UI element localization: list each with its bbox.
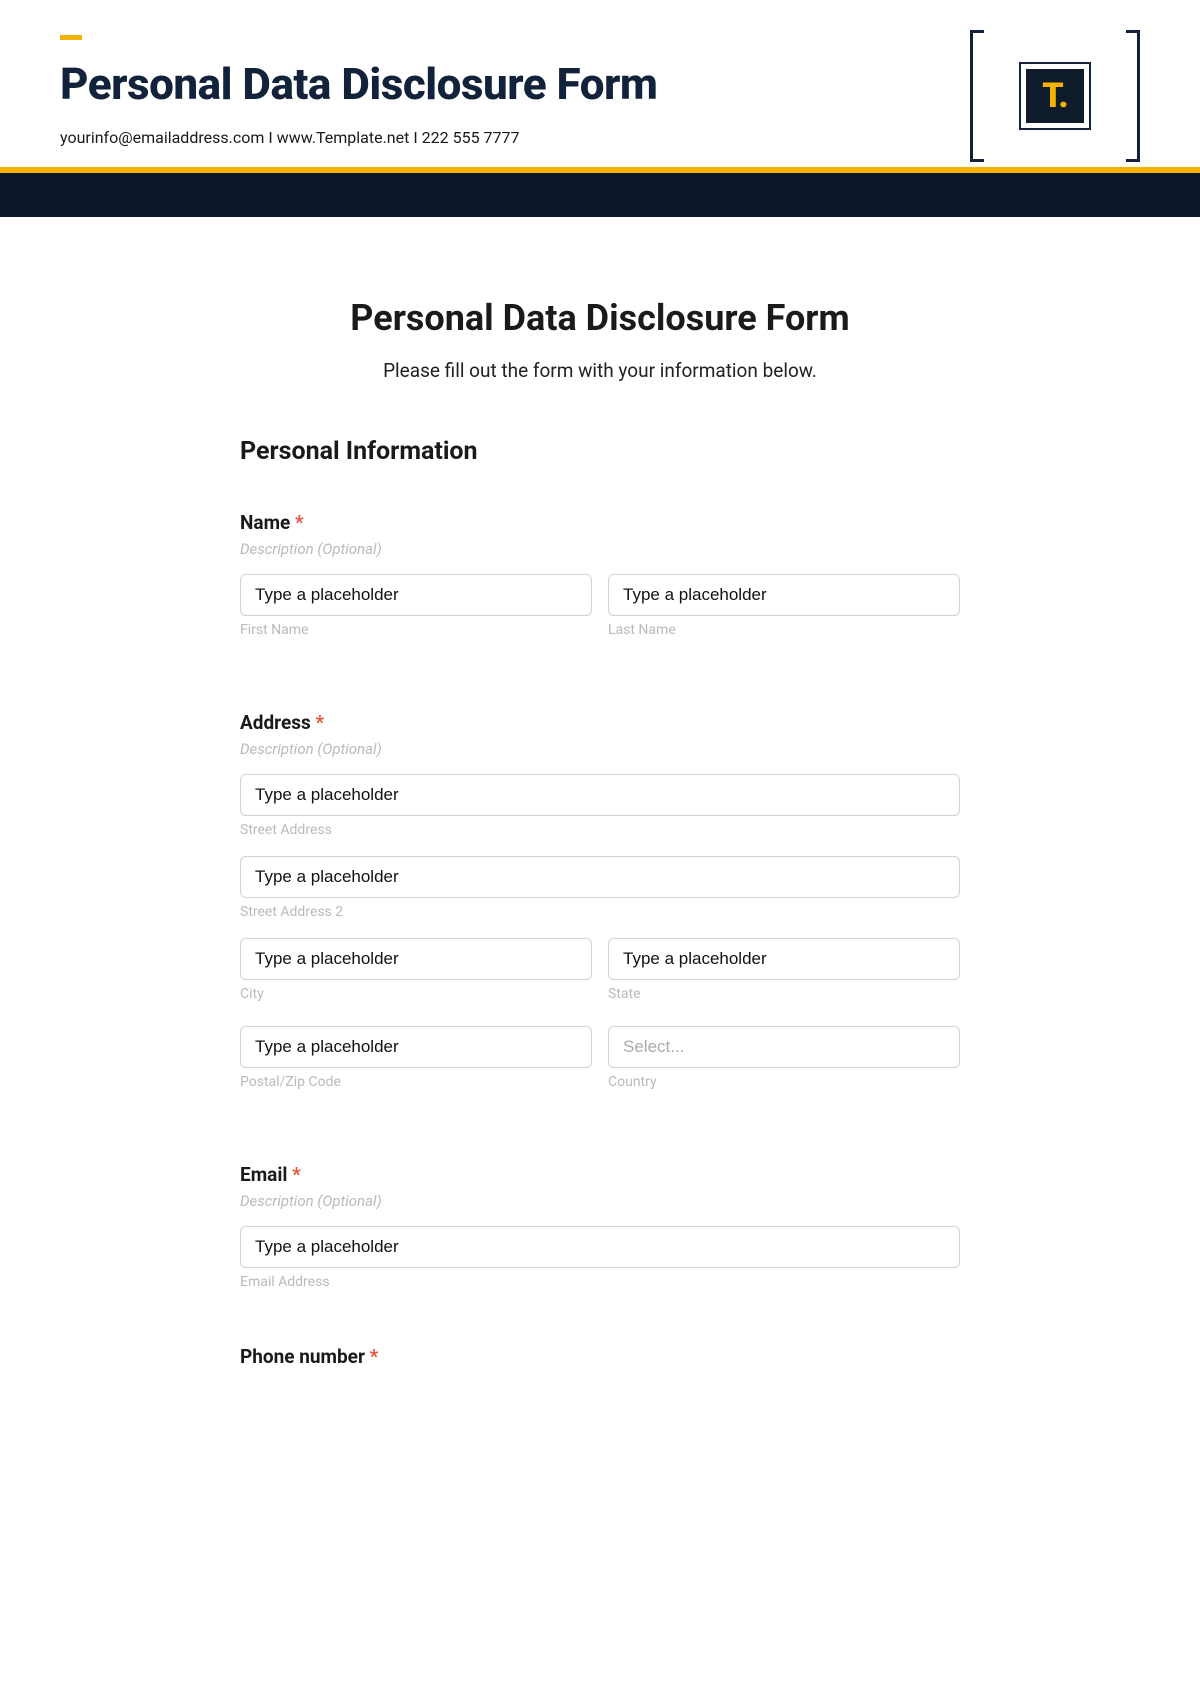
first-name-input[interactable] xyxy=(240,574,592,616)
phone-label: Phone number * xyxy=(240,1345,960,1368)
accent-dash xyxy=(60,35,82,40)
city-input[interactable] xyxy=(240,938,592,980)
required-asterisk: * xyxy=(295,511,304,534)
email-label: Email * xyxy=(240,1163,960,1186)
email-description: Description (Optional) xyxy=(240,1192,960,1210)
field-group-phone: Phone number * xyxy=(240,1345,960,1368)
street-address-input[interactable] xyxy=(240,774,960,816)
bracket-right-icon xyxy=(1126,30,1140,162)
divider-navy xyxy=(0,173,1200,217)
street-address-2-input[interactable] xyxy=(240,856,960,898)
form-subtitle: Please fill out the form with your infor… xyxy=(240,359,960,382)
email-sublabel: Email Address xyxy=(240,1274,960,1290)
postal-code-input[interactable] xyxy=(240,1026,592,1068)
postal-code-sublabel: Postal/Zip Code xyxy=(240,1074,592,1090)
country-sublabel: Country xyxy=(608,1074,960,1090)
section-personal-info: Personal Information xyxy=(240,437,960,466)
state-input[interactable] xyxy=(608,938,960,980)
bracket-left-icon xyxy=(970,30,984,162)
address-label: Address * xyxy=(240,711,960,734)
logo-box: T. xyxy=(1019,62,1091,130)
name-label: Name * xyxy=(240,511,960,534)
label-text: Address xyxy=(240,711,311,734)
separator: I xyxy=(409,128,421,147)
country-select[interactable] xyxy=(608,1026,960,1068)
last-name-sublabel: Last Name xyxy=(608,622,960,638)
required-asterisk: * xyxy=(370,1345,379,1368)
street-address-2-sublabel: Street Address 2 xyxy=(240,904,960,920)
separator: I xyxy=(264,128,276,147)
name-description: Description (Optional) xyxy=(240,540,960,558)
field-group-address: Address * Description (Optional) Street … xyxy=(240,711,960,1108)
last-name-input[interactable] xyxy=(608,574,960,616)
banner-website: www.Template.net xyxy=(277,128,410,147)
field-group-email: Email * Description (Optional) Email Add… xyxy=(240,1163,960,1290)
banner-phone: 222 555 7777 xyxy=(422,128,520,147)
city-sublabel: City xyxy=(240,986,592,1002)
label-text: Phone number xyxy=(240,1345,365,1368)
required-asterisk: * xyxy=(292,1163,301,1186)
email-input[interactable] xyxy=(240,1226,960,1268)
field-group-name: Name * Description (Optional) First Name… xyxy=(240,511,960,656)
state-sublabel: State xyxy=(608,986,960,1002)
banner-email: yourinfo@emailaddress.com xyxy=(60,128,264,147)
banner-header: Personal Data Disclosure Form yourinfo@e… xyxy=(0,0,1200,167)
logo-text: T. xyxy=(1026,69,1084,123)
form-container: Personal Data Disclosure Form Please fil… xyxy=(190,217,1010,1463)
label-text: Email xyxy=(240,1163,287,1186)
street-address-sublabel: Street Address xyxy=(240,822,960,838)
logo-frame: T. xyxy=(970,30,1140,162)
first-name-sublabel: First Name xyxy=(240,622,592,638)
form-title: Personal Data Disclosure Form xyxy=(240,297,960,339)
label-text: Name xyxy=(240,511,290,534)
required-asterisk: * xyxy=(315,711,324,734)
address-description: Description (Optional) xyxy=(240,740,960,758)
